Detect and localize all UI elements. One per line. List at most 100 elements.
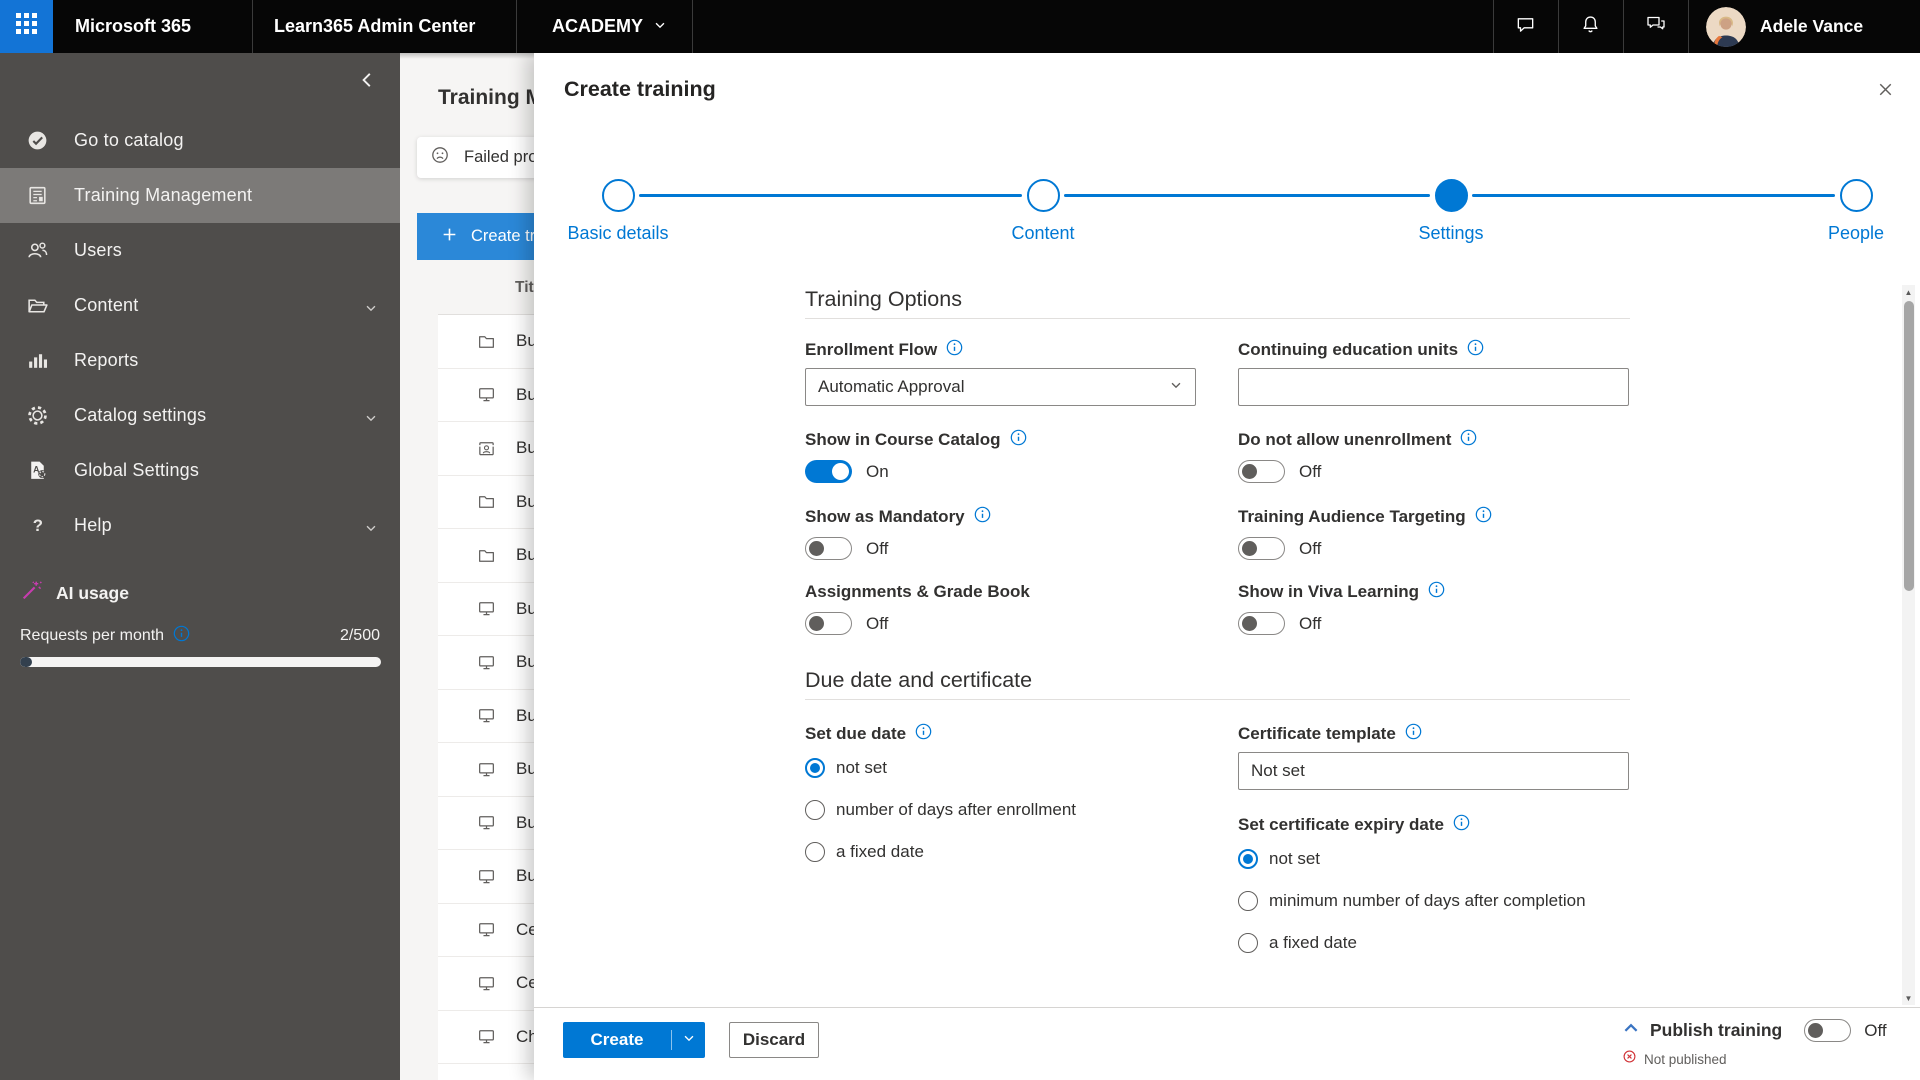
avatar[interactable] <box>1706 7 1746 47</box>
step-circle-content[interactable] <box>1026 179 1060 212</box>
assignments-grade-book-toggle[interactable] <box>805 612 852 635</box>
publish-training-control: Publish training Off <box>1622 1019 1887 1042</box>
info-icon[interactable] <box>173 625 190 647</box>
close-button[interactable] <box>1872 79 1898 105</box>
radio-button[interactable] <box>805 758 825 778</box>
app-launcher-button[interactable] <box>0 0 53 53</box>
show-as-mandatory-toggle[interactable] <box>805 537 852 560</box>
field-label: Show in Course Catalog <box>805 430 1001 449</box>
requests-progress-bar <box>20 657 381 667</box>
info-icon[interactable] <box>1475 506 1492 528</box>
sidebar-item-training-management[interactable]: Training Management <box>0 168 400 223</box>
continuing-education-units-input[interactable] <box>1238 368 1629 406</box>
set-certificate-expiry-option-minimum-number-of-days-after-completion[interactable]: minimum number of days after completion <box>1238 891 1629 911</box>
notifications-button[interactable] <box>1558 0 1623 53</box>
step-circle-basic-details[interactable] <box>601 179 635 212</box>
monitor-icon <box>477 813 496 832</box>
field-continuing-education-units: Continuing education units <box>1238 338 1629 428</box>
divider <box>805 318 1630 319</box>
info-icon[interactable] <box>1467 339 1484 361</box>
scroll-down-arrow[interactable]: ▼ <box>1902 991 1915 1005</box>
create-split-button[interactable]: Create <box>563 1022 705 1058</box>
create-menu-button[interactable] <box>672 1022 705 1058</box>
sidebar-item-label: Catalog settings <box>74 405 207 425</box>
question-icon: ? <box>25 514 49 537</box>
divider <box>692 0 693 53</box>
info-icon[interactable] <box>1428 581 1445 603</box>
chat-button[interactable] <box>1493 0 1558 53</box>
step-circle-settings[interactable] <box>1434 179 1468 212</box>
certificate-template-label: Certificate template <box>1238 724 1396 743</box>
certificate-template-dropdown[interactable]: Not set <box>1238 752 1629 790</box>
step-circle-people[interactable] <box>1839 179 1873 212</box>
show-in-viva-learning-toggle[interactable] <box>1238 612 1285 635</box>
field-label: Training Audience Targeting <box>1238 507 1466 526</box>
set-due-date-option-a-fixed-date[interactable]: a fixed date <box>805 842 1196 862</box>
radio-button[interactable] <box>805 842 825 862</box>
modal-scrollbar[interactable]: ▲ ▼ <box>1902 285 1915 1005</box>
field-label: Continuing education units <box>1238 340 1459 359</box>
radio-button[interactable] <box>805 800 825 820</box>
create-training-modal: Create training Basic details Content Se… <box>534 53 1920 1080</box>
user-name[interactable]: Adele Vance <box>1760 0 1863 53</box>
info-icon[interactable] <box>915 723 932 745</box>
sidebar-collapse-button[interactable] <box>354 69 380 95</box>
check-circle-icon <box>25 129 49 152</box>
scroll-up-arrow[interactable]: ▲ <box>1902 285 1915 299</box>
progress-fill <box>20 657 32 667</box>
tenant-switcher[interactable]: ACADEMY <box>552 0 667 53</box>
radio-button[interactable] <box>1238 891 1258 911</box>
gear-icon <box>25 404 49 427</box>
info-icon[interactable] <box>1010 429 1027 451</box>
sidebar-item-ai-usage[interactable]: AI usage <box>20 579 129 607</box>
feedback-icon <box>1645 13 1667 40</box>
info-icon[interactable] <box>1405 723 1422 745</box>
publish-state-label: Off <box>1864 1020 1887 1040</box>
toggle-knob <box>832 463 849 480</box>
field-label: Assignments & Grade Book <box>805 582 1030 601</box>
set-due-date-option-number-of-days-after-enrollment[interactable]: number of days after enrollment <box>805 800 1196 820</box>
step-label-basic-details[interactable]: Basic details <box>508 223 728 244</box>
folder-icon <box>477 332 496 351</box>
field-label: Enrollment Flow <box>805 340 938 359</box>
chevron-down-icon <box>364 299 378 320</box>
do-not-allow-unenrollment-toggle[interactable] <box>1238 460 1285 483</box>
divider <box>805 699 1630 700</box>
sidebar-item-users[interactable]: Users <box>0 223 400 278</box>
info-icon[interactable] <box>974 506 991 528</box>
show-in-course-catalog-toggle[interactable] <box>805 460 852 483</box>
brand-title[interactable]: Microsoft 365 <box>75 0 191 53</box>
info-icon[interactable] <box>1460 429 1477 451</box>
info-icon[interactable] <box>946 339 963 361</box>
sidebar-item-label: Content <box>74 295 139 315</box>
radio-button[interactable] <box>1238 849 1258 869</box>
publish-training-toggle[interactable] <box>1804 1019 1852 1042</box>
sidebar-item-catalog-settings[interactable]: Catalog settings <box>0 388 400 443</box>
radio-button[interactable] <box>1238 933 1258 953</box>
sidebar-item-help[interactable]: ? Help <box>0 498 400 553</box>
sidebar-item-reports[interactable]: Reports <box>0 333 400 388</box>
do-not-allow-unenrollment-state-label: Off <box>1299 461 1322 481</box>
sidebar-item-content[interactable]: Content <box>0 278 400 333</box>
admin-center-title[interactable]: Learn365 Admin Center <box>274 0 475 53</box>
create-button[interactable]: Create <box>563 1022 671 1058</box>
radio-label: minimum number of days after completion <box>1269 891 1586 910</box>
step-label-people[interactable]: People <box>1746 223 1920 244</box>
feedback-button[interactable] <box>1623 0 1688 53</box>
chevron-up-icon[interactable] <box>1622 1019 1640 1042</box>
sidebar-item-global-settings[interactable]: A Global Settings <box>0 443 400 498</box>
sidebar-item-go-to-catalog[interactable]: Go to catalog <box>0 113 400 168</box>
set-due-date-option-not-set[interactable]: not set <box>805 758 1196 778</box>
training-audience-targeting-toggle[interactable] <box>1238 537 1285 560</box>
show-in-course-catalog-state-label: On <box>866 461 889 481</box>
section-heading-training-options: Training Options <box>805 287 962 311</box>
set-certificate-expiry-option-not-set[interactable]: not set <box>1238 849 1629 869</box>
scrollbar-thumb[interactable] <box>1903 301 1914 591</box>
step-label-settings[interactable]: Settings <box>1341 223 1561 244</box>
discard-button[interactable]: Discard <box>729 1022 819 1058</box>
info-icon[interactable] <box>1453 814 1470 836</box>
assignments-grade-book-state-label: Off <box>866 613 889 633</box>
step-label-content[interactable]: Content <box>933 223 1153 244</box>
set-certificate-expiry-option-a-fixed-date[interactable]: a fixed date <box>1238 933 1629 953</box>
enrollment-flow-dropdown[interactable]: Automatic Approval <box>805 368 1196 406</box>
